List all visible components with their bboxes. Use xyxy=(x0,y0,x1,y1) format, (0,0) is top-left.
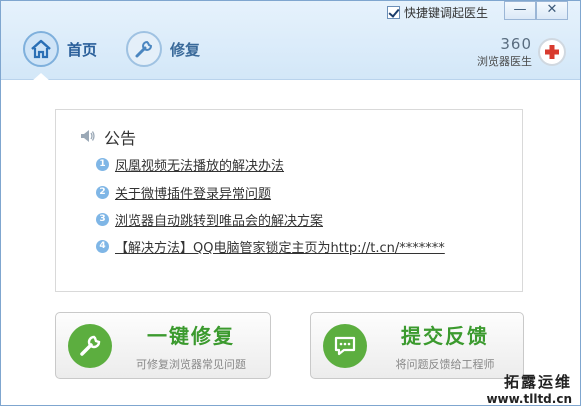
active-tab-pointer xyxy=(32,73,50,81)
notice-link[interactable]: 【解决方法】QQ电脑管家锁定主页为http://t.cn/******* xyxy=(115,237,445,256)
window: 快捷键调起医生 — ✕ 首页 修复 360 浏览器医生 公告 1 凤凰视频无法播… xyxy=(0,0,581,406)
notice-link[interactable]: 凤凰视频无法播放的解决办法 xyxy=(115,155,284,174)
nav-tab-repair[interactable]: 修复 xyxy=(126,31,200,67)
watermark-url: www.tlltd.cn xyxy=(486,392,572,406)
header-bar: 快捷键调起医生 — ✕ 首页 修复 360 浏览器医生 xyxy=(1,1,580,81)
notice-item[interactable]: 3 浏览器自动跳转到唯品会的解决方案 xyxy=(96,210,323,229)
nav-tab-home[interactable]: 首页 xyxy=(23,31,97,67)
hotkey-label: 快捷键调起医生 xyxy=(404,6,489,20)
logo-name: 浏览器医生 xyxy=(477,55,532,68)
feedback-button-title: 提交反馈 xyxy=(401,323,489,348)
notice-item[interactable]: 2 关于微博插件登录异常问题 xyxy=(96,183,271,202)
item-number-badge: 2 xyxy=(96,186,109,199)
notice-item[interactable]: 4 【解决方法】QQ电脑管家锁定主页为http://t.cn/******* xyxy=(96,237,445,256)
nav-tab-repair-label: 修复 xyxy=(170,40,201,59)
notice-panel: 公告 1 凤凰视频无法播放的解决办法 2 关于微博插件登录异常问题 3 浏览器自… xyxy=(55,109,523,292)
repair-button-subtitle: 可修复浏览器常见问题 xyxy=(136,357,246,371)
minimize-icon: — xyxy=(513,2,527,17)
wrench-icon xyxy=(68,323,112,368)
notice-link[interactable]: 浏览器自动跳转到唯品会的解决方案 xyxy=(115,210,323,229)
watermark-title: 拓露运维 xyxy=(503,373,572,391)
repair-button-title: 一键修复 xyxy=(147,323,235,348)
chat-bubble-icon xyxy=(323,323,367,368)
home-icon xyxy=(23,31,59,67)
watermark: 拓露运维 www.tlltd.cn xyxy=(486,371,572,406)
hotkey-toggle[interactable]: 快捷键调起医生 xyxy=(387,4,488,21)
nav-tab-home-label: 首页 xyxy=(67,40,98,59)
medical-cross-icon xyxy=(538,38,566,66)
one-click-repair-button[interactable]: 一键修复 可修复浏览器常见问题 xyxy=(55,312,271,379)
close-button[interactable]: ✕ xyxy=(536,1,568,20)
submit-feedback-button[interactable]: 提交反馈 将问题反馈给工程师 xyxy=(310,312,524,379)
logo-number: 360 xyxy=(500,35,532,53)
wrench-icon xyxy=(126,31,162,67)
notice-link[interactable]: 关于微博插件登录异常问题 xyxy=(115,183,271,202)
minimize-button[interactable]: — xyxy=(504,1,536,20)
app-logo: 360 浏览器医生 xyxy=(477,35,566,69)
item-number-badge: 4 xyxy=(96,240,109,253)
close-icon: ✕ xyxy=(546,2,558,17)
notice-title: 公告 xyxy=(104,129,137,148)
hotkey-checkbox[interactable] xyxy=(387,6,400,19)
item-number-badge: 1 xyxy=(96,158,109,171)
notice-header: 公告 xyxy=(80,125,136,149)
item-number-badge: 3 xyxy=(96,213,109,226)
speaker-icon xyxy=(80,128,96,147)
feedback-button-subtitle: 将问题反馈给工程师 xyxy=(395,357,495,371)
notice-item[interactable]: 1 凤凰视频无法播放的解决办法 xyxy=(96,155,284,174)
